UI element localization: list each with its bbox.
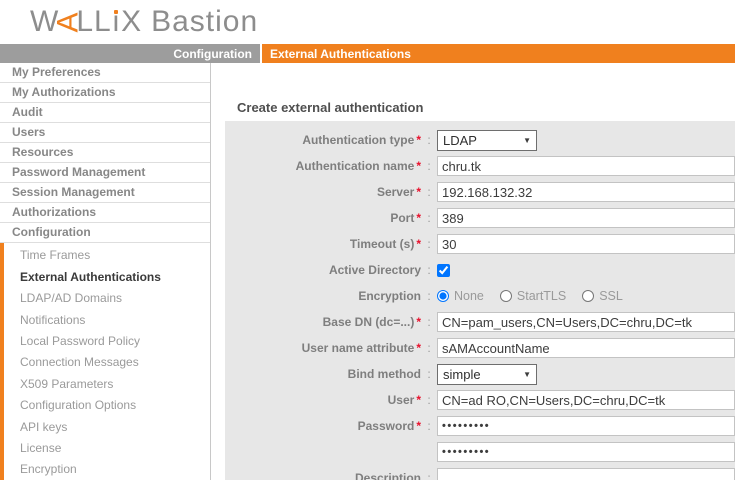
encryption-option-starttls-label[interactable]: StartTLS <box>517 289 566 303</box>
sidebar-item-resources[interactable]: Resources <box>0 143 210 163</box>
label-colon: : <box>421 393 437 407</box>
sidebar-item-session-management[interactable]: Session Management <box>0 183 210 203</box>
bind-method-label: Bind method <box>348 367 421 381</box>
timeout-label: Timeout (s) <box>350 237 414 251</box>
sidebar-nav: My Preferences My Authorizations Audit U… <box>0 63 211 480</box>
description-textarea[interactable] <box>437 468 735 480</box>
sidebar-subitem-x509-parameters[interactable]: X509 Parameters <box>4 373 210 394</box>
sidebar-subitem-encryption[interactable]: Encryption <box>4 459 210 480</box>
sidebar-subitem-time-frames[interactable]: Time Frames <box>4 245 210 266</box>
app-header: WALLıXBastion <box>0 0 735 44</box>
logo-rotated-a-icon: A <box>54 11 84 32</box>
authentication-name-input[interactable] <box>437 156 735 176</box>
user-name-attribute-label: User name attribute <box>302 341 415 355</box>
encryption-label: Encryption <box>358 289 421 303</box>
timeout-input[interactable] <box>437 234 735 254</box>
form-row-timeout: Timeout (s)* : <box>225 231 735 257</box>
sidebar-subitem-configuration-options[interactable]: Configuration Options <box>4 394 210 415</box>
sidebar-subitem-notifications[interactable]: Notifications <box>4 309 210 330</box>
page-title: Create external authentication <box>237 100 735 115</box>
sidebar-item-authorizations[interactable]: Authorizations <box>0 203 210 223</box>
label-colon: : <box>421 367 437 381</box>
authentication-type-label: Authentication type <box>302 133 414 147</box>
base-dn-input[interactable] <box>437 312 735 332</box>
form-row-password: Password* : <box>225 413 735 439</box>
sidebar-subitem-external-authentications[interactable]: External Authentications <box>4 266 210 287</box>
authentication-name-label: Authentication name <box>296 159 415 173</box>
label-colon: : <box>421 315 437 329</box>
label-colon: : <box>421 211 437 225</box>
label-colon: : <box>421 289 437 303</box>
breadcrumb-bar: Configuration External Authentications <box>0 44 735 63</box>
active-directory-checkbox[interactable] <box>437 264 450 277</box>
label-colon: : <box>421 465 437 480</box>
encryption-radio-group: None StartTLS SSL <box>437 289 639 303</box>
logo-i-orange-dot-icon <box>114 10 118 14</box>
sidebar-subitem-connection-messages[interactable]: Connection Messages <box>4 352 210 373</box>
port-input[interactable] <box>437 208 735 228</box>
sidebar-subitem-api-keys[interactable]: API keys <box>4 416 210 437</box>
label-colon: : <box>421 419 437 433</box>
base-dn-label: Base DN (dc=...) <box>323 315 415 329</box>
label-colon: : <box>421 159 437 173</box>
label-colon: : <box>421 133 437 147</box>
encryption-option-ssl-label[interactable]: SSL <box>599 289 623 303</box>
password-label: Password <box>358 419 415 433</box>
user-name-attribute-input[interactable] <box>437 338 735 358</box>
sidebar-subitem-local-password-policy[interactable]: Local Password Policy <box>4 330 210 351</box>
form-row-password-confirm <box>225 439 735 465</box>
label-colon: : <box>421 341 437 355</box>
form-row-authentication-type: Authentication type* : LDAP ▼ <box>225 127 735 153</box>
breadcrumb-external-authentications[interactable]: External Authentications <box>262 44 735 63</box>
sidebar-item-password-management[interactable]: Password Management <box>0 163 210 183</box>
sidebar-item-my-authorizations[interactable]: My Authorizations <box>0 83 210 103</box>
server-label: Server <box>377 185 414 199</box>
wallix-bastion-logo: WALLıXBastion <box>30 7 258 37</box>
encryption-radio-starttls[interactable] <box>500 290 512 302</box>
bind-method-select[interactable]: simple <box>437 364 537 385</box>
form-row-server: Server* : <box>225 179 735 205</box>
sidebar-item-audit[interactable]: Audit <box>0 103 210 123</box>
label-colon: : <box>421 263 437 277</box>
encryption-option-none-label[interactable]: None <box>454 289 484 303</box>
form-row-port: Port* : <box>225 205 735 231</box>
user-label: User <box>388 393 415 407</box>
form-row-active-directory: Active Directory : <box>225 257 735 283</box>
sidebar-subitem-license[interactable]: License <box>4 437 210 458</box>
label-colon: : <box>421 185 437 199</box>
form-row-user: User* : <box>225 387 735 413</box>
sidebar-item-configuration[interactable]: Configuration <box>0 223 210 243</box>
form-row-bind-method: Bind method : simple ▼ <box>225 361 735 387</box>
sidebar-item-users[interactable]: Users <box>0 123 210 143</box>
form-row-user-name-attribute: User name attribute* : <box>225 335 735 361</box>
sidebar-item-my-preferences[interactable]: My Preferences <box>0 63 210 83</box>
sidebar-subitem-ldap-ad-domains[interactable]: LDAP/AD Domains <box>4 288 210 309</box>
active-directory-label: Active Directory <box>329 263 421 277</box>
form-row-base-dn: Base DN (dc=...)* : <box>225 309 735 335</box>
password-input[interactable] <box>437 416 735 436</box>
encryption-radio-ssl[interactable] <box>582 290 594 302</box>
port-label: Port <box>390 211 414 225</box>
content-area: Create external authentication Authentic… <box>225 63 735 480</box>
label-colon: : <box>421 237 437 251</box>
encryption-radio-none[interactable] <box>437 290 449 302</box>
external-authentication-form: Authentication type* : LDAP ▼ Authentica… <box>225 121 735 480</box>
password-confirm-input[interactable] <box>437 442 735 462</box>
authentication-type-select[interactable]: LDAP <box>437 130 537 151</box>
breadcrumb-configuration[interactable]: Configuration <box>0 44 260 63</box>
logo-product-name: Bastion <box>151 5 258 38</box>
user-input[interactable] <box>437 390 735 410</box>
form-row-encryption: Encryption : None StartTLS SSL <box>225 283 735 309</box>
sidebar-configuration-submenu: Time Frames External Authentications LDA… <box>0 243 210 480</box>
main-area: My Preferences My Authorizations Audit U… <box>0 63 735 480</box>
form-row-description: Description : <box>225 465 735 480</box>
description-label: Description <box>355 471 421 480</box>
form-row-authentication-name: Authentication name* : <box>225 153 735 179</box>
server-input[interactable] <box>437 182 735 202</box>
logo-letter-x: X <box>121 5 142 38</box>
logo-letter-i: ı <box>112 7 121 37</box>
